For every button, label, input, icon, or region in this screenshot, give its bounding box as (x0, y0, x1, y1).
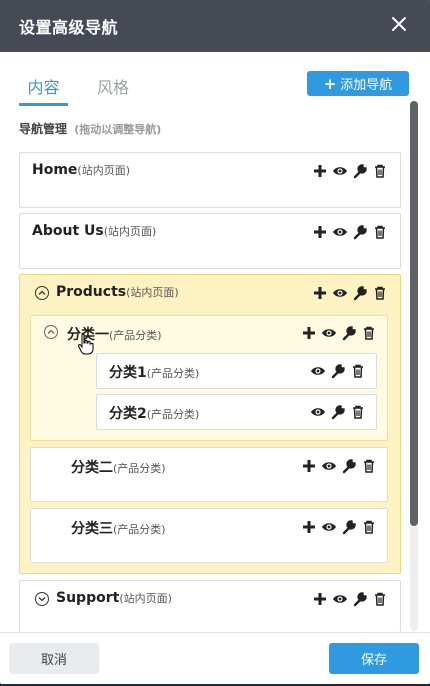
collapse-icon[interactable] (35, 286, 49, 300)
wrench-icon[interactable] (330, 404, 346, 420)
item-actions (301, 325, 377, 341)
wrench-icon[interactable] (352, 163, 368, 179)
trash-icon[interactable] (361, 458, 377, 474)
nav-item-about-us[interactable]: About Us(站内页面) (19, 213, 401, 269)
tab-content[interactable]: 内容 (19, 74, 68, 106)
add-child-icon[interactable] (312, 224, 328, 240)
add-child-icon[interactable] (301, 325, 317, 341)
item-actions (312, 224, 388, 240)
section-title-text: 导航管理 (19, 122, 68, 136)
wrench-icon[interactable] (352, 224, 368, 240)
nav-item-label: Products(站内页面) (56, 284, 179, 300)
nav-item-label: Support(站内页面) (56, 590, 172, 606)
trash-icon[interactable] (361, 325, 377, 341)
section-title: 导航管理 (拖动以调整导航) (19, 120, 161, 137)
dialog-footer: 取消 保存 (0, 632, 430, 684)
cancel-button[interactable]: 取消 (9, 643, 99, 674)
item-actions (312, 591, 388, 607)
nav-item-support[interactable]: Support(站内页面) (19, 580, 401, 632)
nav-item-label: Home(站内页面) (32, 162, 130, 178)
nav-item-category-3[interactable]: 分类三(产品分类) (30, 508, 388, 563)
trash-icon[interactable] (372, 285, 388, 301)
eye-icon[interactable] (310, 363, 326, 379)
nav-item-type: (站内页面) (77, 164, 131, 177)
collapse-icon[interactable] (44, 325, 58, 339)
eye-icon[interactable] (332, 285, 348, 301)
nav-item-type: (产品分类) (109, 329, 162, 342)
nav-item-category-1-1[interactable]: 分类1(产品分类) (96, 353, 377, 389)
eye-icon[interactable] (310, 404, 326, 420)
eye-icon[interactable] (332, 591, 348, 607)
add-child-icon[interactable] (301, 519, 317, 535)
dialog-titlebar: 设置高级导航 (0, 0, 430, 52)
nav-item-home[interactable]: Home(站内页面) (19, 152, 401, 208)
nav-item-type: (产品分类) (113, 462, 166, 475)
wrench-icon[interactable] (330, 363, 346, 379)
nav-item-category-2[interactable]: 分类二(产品分类) (30, 447, 388, 502)
nav-item-label: About Us(站内页面) (32, 223, 156, 239)
item-actions (312, 163, 388, 179)
nav-item-label: 分类2(产品分类) (109, 403, 199, 423)
add-child-icon[interactable] (312, 591, 328, 607)
plus-icon: + (323, 74, 337, 93)
eye-icon[interactable] (332, 224, 348, 240)
nav-item-name: Home (32, 162, 78, 178)
hand-cursor-icon (77, 333, 94, 355)
eye-icon[interactable] (321, 325, 337, 341)
trash-icon[interactable] (350, 404, 366, 420)
close-icon[interactable] (388, 13, 410, 35)
nav-item-name: 分类二 (71, 460, 113, 476)
expand-icon[interactable] (35, 592, 49, 606)
nav-item-category-1-2[interactable]: 分类2(产品分类) (96, 394, 377, 430)
nav-item-type: (站内页面) (103, 225, 157, 238)
item-actions (310, 363, 366, 379)
wrench-icon[interactable] (341, 325, 357, 341)
nav-item-name: 分类三 (71, 521, 113, 537)
nav-item-name: Support (56, 590, 120, 606)
save-button[interactable]: 保存 (329, 643, 419, 674)
nav-item-type: (产品分类) (146, 367, 200, 380)
nav-item-products[interactable]: Products(站内页面) 分类一(产品分类) 分类1(产品分类) 分类2(产… (19, 274, 401, 574)
scrollbar-thumb[interactable] (410, 101, 418, 526)
nav-item-name: Products (56, 284, 127, 300)
tab-style[interactable]: 风格 (96, 74, 130, 106)
trash-icon[interactable] (372, 163, 388, 179)
nav-item-name: 分类2 (109, 406, 147, 422)
wrench-icon[interactable] (341, 519, 357, 535)
trash-icon[interactable] (372, 224, 388, 240)
section-hint: (拖动以调整导航) (74, 123, 162, 136)
trash-icon[interactable] (372, 591, 388, 607)
add-child-icon[interactable] (312, 163, 328, 179)
item-actions (301, 458, 377, 474)
wrench-icon[interactable] (352, 285, 368, 301)
wrench-icon[interactable] (341, 458, 357, 474)
dialog-title: 设置高级导航 (19, 18, 119, 37)
item-actions (310, 404, 366, 420)
add-child-icon[interactable] (312, 285, 328, 301)
nav-item-name: About Us (32, 223, 104, 239)
nav-item-type: (站内页面) (119, 592, 172, 605)
item-actions (301, 519, 377, 535)
advanced-nav-dialog: 设置高级导航 内容 风格 + 添加导航 导航管理 (拖动以调整导航) Home(… (0, 0, 430, 684)
trash-icon[interactable] (361, 519, 377, 535)
add-nav-button[interactable]: + 添加导航 (307, 71, 409, 96)
wrench-icon[interactable] (352, 591, 368, 607)
nav-item-type: (产品分类) (146, 408, 200, 421)
nav-item-type: (站内页面) (126, 286, 179, 299)
item-actions (312, 285, 388, 301)
nav-item-type: (产品分类) (113, 523, 166, 536)
trash-icon[interactable] (350, 363, 366, 379)
nav-item-label: 分类二(产品分类) (71, 457, 166, 477)
nav-item-name: 分类1 (109, 365, 147, 381)
eye-icon[interactable] (321, 458, 337, 474)
nav-item-label: 分类三(产品分类) (71, 518, 166, 538)
eye-icon[interactable] (332, 163, 348, 179)
nav-item-label: 分类1(产品分类) (109, 362, 199, 382)
add-child-icon[interactable] (301, 458, 317, 474)
eye-icon[interactable] (321, 519, 337, 535)
add-nav-label: 添加导航 (340, 78, 393, 93)
tab-bar: 内容 风格 (19, 74, 158, 106)
